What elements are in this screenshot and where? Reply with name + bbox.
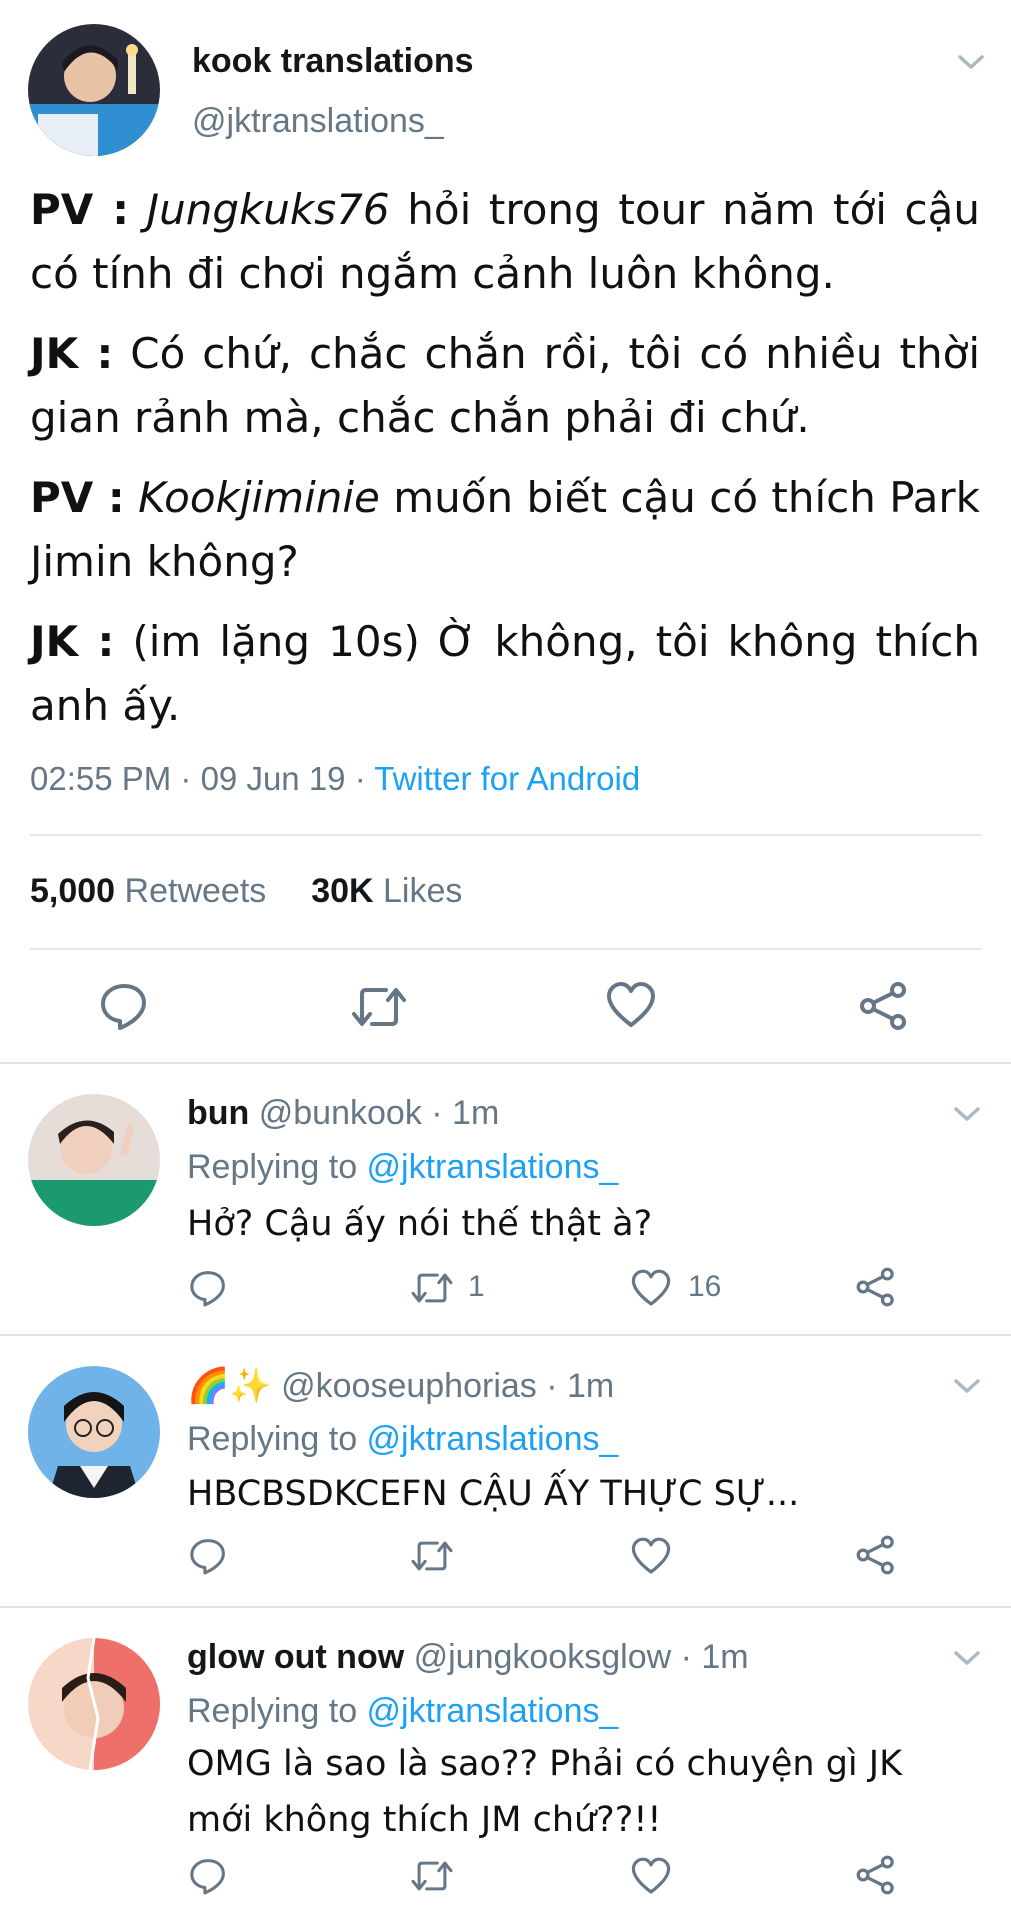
tweet-stats: 5,000 Retweets 30K Likes (30, 872, 462, 911)
tweet-paragraph: JK : (im lặng 10s) Ờ không, tôi không th… (30, 610, 980, 738)
share-button[interactable] (855, 1854, 897, 1901)
speaker-label: PV : (30, 473, 125, 522)
chevron-down-icon[interactable] (952, 1648, 982, 1668)
likes-stat[interactable]: 30K Likes (311, 872, 462, 910)
avatar-image (28, 1094, 160, 1226)
retweets-count: 5,000 (30, 872, 116, 910)
retweet-icon (411, 1273, 453, 1303)
reply-icon (190, 1271, 225, 1307)
chevron-down-icon[interactable] (952, 1376, 982, 1396)
author-avatar[interactable] (28, 24, 160, 156)
tweet-paragraph: JK : Có chứ, chắc chắn rồi, tôi có nhiều… (30, 322, 980, 450)
chevron-down-icon[interactable] (952, 1104, 982, 1124)
reply-handle-time[interactable]: @kooseuphorias · 1m (272, 1367, 614, 1405)
reply-avatar[interactable] (28, 1638, 160, 1770)
reply-button[interactable] (188, 1536, 228, 1581)
avatar-image (28, 1366, 160, 1498)
tweet-timestamp[interactable]: 02:55 PM · 09 Jun 19 · (30, 760, 374, 797)
retweets-label: Retweets (115, 872, 267, 910)
like-icon (631, 1269, 671, 1306)
reply-avatar[interactable] (28, 1366, 160, 1498)
reply-text: Hở? Cậu ấy nói thế thật à? (187, 1204, 653, 1244)
divider (0, 1334, 1011, 1336)
replying-to: Replying to @jktranslations_ (187, 1148, 618, 1187)
share-button[interactable] (855, 1534, 897, 1581)
reply-avatar[interactable] (28, 1094, 160, 1226)
tweet-paragraph: PV : Kookjiminie muốn biết cậu có thích … (30, 466, 980, 594)
like-icon (631, 1857, 671, 1894)
like-count: 16 (688, 1270, 722, 1303)
reply-button[interactable] (98, 980, 150, 1037)
replying-prefix: Replying to (187, 1692, 367, 1730)
likes-label: Likes (373, 872, 463, 910)
reply-display-name[interactable]: glow out now (187, 1638, 404, 1676)
share-icon (856, 1855, 894, 1895)
tweet-source-link[interactable]: Twitter for Android (374, 760, 640, 797)
speaker-label: PV : (30, 185, 130, 234)
reply-text: HBCBSDKCEFN CẬU ẤY THỰC SỰ... (187, 1474, 800, 1514)
reply-handle-time[interactable]: @bunkook · 1m (249, 1094, 500, 1132)
retweet-count: 1 (468, 1270, 485, 1303)
retweet-button[interactable] (410, 1856, 454, 1901)
reply-display-name[interactable]: bun (187, 1094, 249, 1132)
avatar-image (28, 1638, 160, 1770)
paragraph-text: (im lặng 10s) Ờ không, tôi không thích a… (30, 617, 980, 730)
reply-button[interactable] (188, 1268, 228, 1313)
speaker-label: JK : (30, 617, 115, 666)
replying-prefix: Replying to (187, 1420, 367, 1458)
divider (0, 1606, 1011, 1608)
replying-to-link[interactable]: @jktranslations_ (367, 1148, 619, 1186)
reply-display-name[interactable]: 🌈✨ (187, 1367, 272, 1405)
like-icon (607, 982, 655, 1027)
retweet-icon (352, 988, 406, 1026)
retweet-button[interactable] (410, 1536, 454, 1581)
share-icon (860, 982, 906, 1030)
retweet-button[interactable] (350, 982, 408, 1037)
replying-to: Replying to @jktranslations_ (187, 1692, 618, 1731)
reply-header: bun @bunkook · 1m (187, 1094, 499, 1133)
like-button[interactable] (630, 1536, 672, 1581)
retweet-icon (411, 1541, 453, 1571)
like-icon (631, 1537, 671, 1574)
like-button[interactable] (605, 980, 657, 1035)
author-handle[interactable]: @jktranslations_ (192, 102, 444, 141)
like-button[interactable] (630, 1268, 672, 1313)
divider (0, 1062, 1011, 1064)
speaker-label: JK : (30, 329, 114, 378)
divider (30, 834, 981, 836)
tweet-text: PV : Jungkuks76 hỏi trong tour năm tới c… (30, 178, 980, 754)
chevron-down-icon[interactable] (956, 52, 986, 72)
share-icon (856, 1267, 894, 1307)
retweet-icon (411, 1861, 453, 1891)
divider (30, 948, 981, 950)
replying-prefix: Replying to (187, 1148, 367, 1186)
share-button[interactable] (855, 1266, 897, 1313)
tweet-paragraph: PV : Jungkuks76 hỏi trong tour năm tới c… (30, 178, 980, 306)
like-button[interactable] (630, 1856, 672, 1901)
replying-to-link[interactable]: @jktranslations_ (367, 1692, 619, 1730)
retweet-button[interactable] (410, 1268, 454, 1313)
reply-text: OMG là sao là sao?? Phải có chuyện gì JK… (187, 1744, 903, 1840)
tweet-metadata: 02:55 PM · 09 Jun 19 · Twitter for Andro… (30, 760, 640, 798)
reply-header: 🌈✨ @kooseuphorias · 1m (187, 1366, 614, 1406)
reply-handle-time[interactable]: @jungkooksglow · 1m (404, 1638, 749, 1676)
reply-icon (190, 1859, 225, 1895)
username-mention: Jungkuks76 (146, 185, 390, 234)
avatar-image (28, 24, 160, 156)
replying-to: Replying to @jktranslations_ (187, 1420, 618, 1459)
username-mention: Kookjiminie (138, 473, 380, 522)
reply-icon (101, 984, 146, 1030)
paragraph-text: Có chứ, chắc chắn rồi, tôi có nhiều thời… (30, 329, 981, 442)
retweets-stat[interactable]: 5,000 Retweets (30, 872, 266, 910)
reply-button[interactable] (188, 1856, 228, 1901)
share-button[interactable] (858, 980, 910, 1037)
reply-header: glow out now @jungkooksglow · 1m (187, 1638, 749, 1677)
author-display-name[interactable]: kook translations (192, 42, 474, 81)
share-icon (856, 1535, 894, 1575)
reply-icon (190, 1539, 225, 1575)
replying-to-link[interactable]: @jktranslations_ (367, 1420, 619, 1458)
likes-count: 30K (311, 872, 374, 910)
